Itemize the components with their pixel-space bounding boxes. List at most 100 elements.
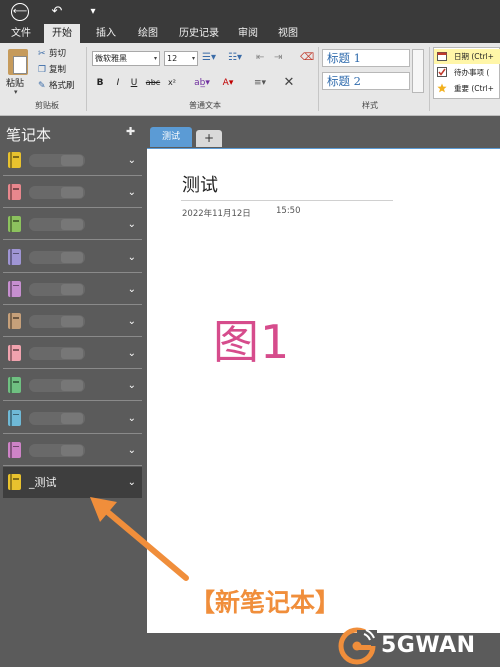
italic-button[interactable]: I	[112, 76, 124, 90]
page-canvas[interactable]: 测试 2022年11月12日 15:50 图1	[147, 148, 500, 633]
format-painter-button[interactable]: ✎ 格式刷	[38, 80, 75, 93]
tab-file[interactable]: 文件	[6, 24, 36, 43]
notebook-icon	[8, 280, 21, 297]
title-bar: ⟵ ↶ ▾	[0, 0, 500, 24]
page-time: 15:50	[276, 206, 301, 216]
chevron-down-icon[interactable]: ⌄	[128, 467, 136, 498]
notebook-item[interactable]: _测试 ⌄	[3, 467, 142, 498]
bold-button[interactable]: B	[94, 76, 106, 90]
title-underline	[181, 200, 393, 201]
numbered-list-icon[interactable]: ☷▾	[228, 52, 242, 63]
bullet-list-icon[interactable]: ☰▾	[202, 52, 216, 63]
redacted-notebook-name	[61, 316, 83, 327]
notebook-item[interactable]: ⌄	[3, 274, 142, 305]
clipboard-group-label: 剪贴板	[35, 101, 59, 110]
star-icon	[437, 83, 447, 93]
tag-date-label: 日期 (Ctrl+	[454, 52, 494, 61]
notebook-item[interactable]: ⌄	[3, 306, 142, 337]
style-heading1[interactable]: 标题 1	[322, 49, 410, 67]
notebook-icon	[8, 409, 21, 426]
tag-important[interactable]: 重要 (Ctrl+	[434, 81, 500, 96]
notebook-icon	[8, 152, 21, 168]
tab-insert[interactable]: 插入	[90, 24, 122, 43]
tab-history[interactable]: 历史记录	[174, 24, 224, 43]
underline-button[interactable]: U	[128, 76, 140, 90]
highlight-icon[interactable]: ab̲▾	[192, 76, 212, 90]
paste-dropdown-icon[interactable]: ▾	[14, 88, 18, 96]
chevron-down-icon[interactable]: ⌄	[128, 145, 136, 176]
styles-scrollbar[interactable]	[412, 49, 424, 93]
redacted-notebook-name	[61, 444, 83, 456]
format-painter-label: 格式刷	[49, 81, 75, 91]
style-heading2[interactable]: 标题 2	[322, 72, 410, 90]
chevron-down-icon[interactable]: ⌄	[128, 435, 136, 466]
tag-date[interactable]: 日期 (Ctrl+	[434, 49, 500, 64]
watermark-text: 5GWAN	[381, 633, 476, 658]
section-tab-active[interactable]: 测试	[150, 127, 192, 147]
redacted-notebook-name	[61, 283, 83, 295]
notebook-icon	[8, 313, 21, 329]
add-section-button[interactable]: +	[196, 130, 222, 147]
page-title[interactable]: 测试	[182, 171, 218, 197]
ribbon: 粘贴 ▾ ✂ 剪切 ❐ 复制 ✎ 格式刷 剪贴板 微软雅黑 ▾ 12 ▾ ☰▾ ☷▾ ⇤ …	[0, 43, 500, 116]
customize-quick-access-icon[interactable]: ▾	[84, 3, 102, 21]
copy-button[interactable]: ❐ 复制	[38, 64, 66, 77]
undo-icon[interactable]: ↶	[48, 3, 66, 21]
decrease-indent-icon[interactable]: ⇤	[256, 52, 264, 63]
cut-button[interactable]: ✂ 剪切	[38, 48, 66, 61]
group-divider	[429, 47, 430, 111]
font-color-icon[interactable]: A▾	[218, 76, 238, 90]
brush-icon: ✎	[38, 81, 46, 91]
group-divider	[318, 47, 319, 111]
group-divider	[86, 47, 87, 111]
superscript-button[interactable]: x²	[164, 76, 180, 90]
redacted-notebook-name	[61, 412, 83, 424]
tab-review[interactable]: 审阅	[232, 24, 264, 43]
redacted-notebook-name	[61, 155, 83, 166]
font-size-value: 12	[167, 54, 178, 63]
notebook-item[interactable]: ⌄	[3, 338, 142, 370]
notebook-item[interactable]: ⌄	[3, 370, 142, 402]
chevron-down-icon: ▾	[153, 55, 157, 62]
onenote-window: ⟵ ↶ ▾ 文件 开始 插入 绘图 历史记录 审阅 视图 粘贴 ▾ ✂ 剪切 ❐ 复…	[0, 0, 500, 667]
tab-draw[interactable]: 绘图	[132, 24, 164, 43]
watermark-logo-icon	[338, 627, 377, 665]
copy-label: 复制	[49, 65, 67, 75]
delete-icon[interactable]: ✕	[282, 76, 296, 90]
chevron-down-icon[interactable]: ⌄	[128, 177, 136, 208]
strikethrough-button[interactable]: abc	[143, 76, 163, 90]
notebook-item[interactable]: ⌄	[3, 435, 142, 466]
paste-icon[interactable]	[8, 49, 28, 75]
chevron-down-icon[interactable]: ⌄	[128, 306, 136, 337]
font-size-box[interactable]: 12 ▾	[164, 51, 198, 66]
chevron-down-icon[interactable]: ⌄	[128, 403, 136, 434]
tag-todo-label: 待办事项 (	[454, 68, 490, 77]
align-icon[interactable]: ≡▾	[250, 76, 270, 90]
notebook-item[interactable]: ⌄	[3, 209, 142, 241]
chevron-down-icon[interactable]: ⌄	[128, 338, 136, 369]
increase-indent-icon[interactable]: ⇥	[274, 52, 282, 63]
chevron-down-icon[interactable]: ⌄	[128, 242, 136, 273]
tag-todo[interactable]: 待办事项 (	[434, 65, 500, 80]
notebook-name: _测试	[29, 476, 57, 489]
tag-important-label: 重要 (Ctrl+	[454, 84, 494, 93]
clear-formatting-icon[interactable]: ⌫	[300, 52, 314, 63]
notebook-icon	[8, 216, 21, 233]
notebook-item[interactable]: ⌄	[3, 403, 142, 434]
calendar-icon	[437, 52, 447, 61]
pin-icon[interactable]: ✚	[126, 125, 135, 138]
chevron-down-icon[interactable]: ⌄	[128, 370, 136, 401]
tab-view[interactable]: 视图	[272, 24, 304, 43]
font-name-box[interactable]: 微软雅黑 ▾	[92, 51, 160, 66]
notebook-item[interactable]: ⌄	[3, 242, 142, 273]
notebook-item[interactable]: ⌄	[3, 177, 142, 209]
notebook-icon	[8, 345, 21, 362]
tags-gallery: 日期 (Ctrl+ 待办事项 ( 重要 (Ctrl+	[433, 47, 500, 99]
tab-home[interactable]: 开始	[44, 24, 80, 43]
notebook-item[interactable]: ⌄	[3, 145, 142, 176]
redacted-notebook-name	[61, 348, 83, 360]
chevron-down-icon[interactable]: ⌄	[128, 209, 136, 240]
notebook-icon	[8, 441, 21, 458]
back-icon[interactable]: ⟵	[11, 3, 29, 21]
chevron-down-icon[interactable]: ⌄	[128, 274, 136, 305]
